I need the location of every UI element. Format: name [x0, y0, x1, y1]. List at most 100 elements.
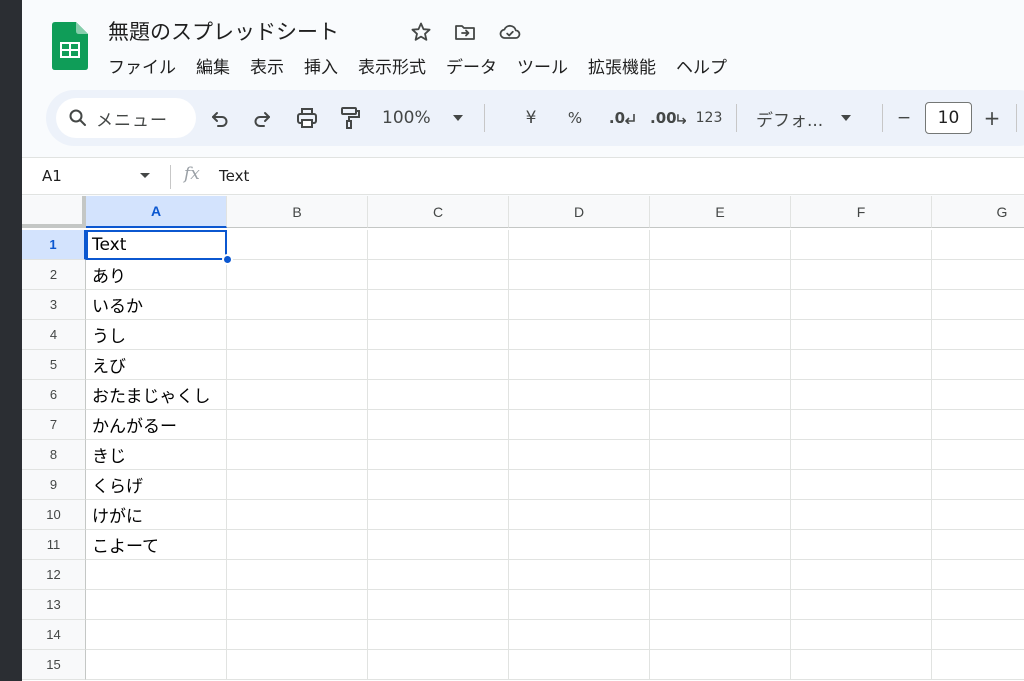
cell-b9[interactable] — [227, 470, 368, 500]
cell-d6[interactable] — [509, 380, 650, 410]
cell-e13[interactable] — [650, 590, 791, 620]
cell-b8[interactable] — [227, 440, 368, 470]
cell-a13[interactable] — [86, 590, 227, 620]
row-header-5[interactable]: 5 — [22, 350, 86, 380]
increase-decimal-button[interactable]: .00 — [650, 104, 686, 132]
row-header-14[interactable]: 14 — [22, 620, 86, 650]
cell-f14[interactable] — [791, 620, 932, 650]
cell-f6[interactable] — [791, 380, 932, 410]
cell-f7[interactable] — [791, 410, 932, 440]
font-family-select[interactable]: デフォ... — [756, 104, 866, 132]
row-header-15[interactable]: 15 — [22, 650, 86, 680]
cell-a15[interactable] — [86, 650, 227, 680]
cell-c8[interactable] — [368, 440, 509, 470]
cell-c14[interactable] — [368, 620, 509, 650]
menu-data[interactable]: データ — [446, 53, 497, 78]
row-header-8[interactable]: 8 — [22, 440, 86, 470]
cell-c4[interactable] — [368, 320, 509, 350]
cell-f4[interactable] — [791, 320, 932, 350]
cell-e10[interactable] — [650, 500, 791, 530]
menu-file[interactable]: ファイル — [108, 53, 176, 78]
cell-b10[interactable] — [227, 500, 368, 530]
cell-b15[interactable] — [227, 650, 368, 680]
row-header-12[interactable]: 12 — [22, 560, 86, 590]
column-header-e[interactable]: E — [650, 196, 791, 228]
sheets-logo-icon[interactable] — [52, 22, 88, 70]
cell-f8[interactable] — [791, 440, 932, 470]
column-header-g[interactable]: G — [932, 196, 1024, 228]
cell-e15[interactable] — [650, 650, 791, 680]
cell-b14[interactable] — [227, 620, 368, 650]
menu-format[interactable]: 表示形式 — [358, 53, 426, 78]
move-to-folder-icon[interactable] — [453, 20, 477, 44]
row-header-4[interactable]: 4 — [22, 320, 86, 350]
cell-d5[interactable] — [509, 350, 650, 380]
cell-c6[interactable] — [368, 380, 509, 410]
cloud-saved-icon[interactable] — [498, 20, 522, 44]
cell-d9[interactable] — [509, 470, 650, 500]
undo-button[interactable] — [206, 104, 234, 132]
select-all-corner[interactable] — [22, 196, 86, 228]
cell-e7[interactable] — [650, 410, 791, 440]
menu-view[interactable]: 表示 — [250, 53, 284, 78]
cell-b2[interactable] — [227, 260, 368, 290]
cell-f10[interactable] — [791, 500, 932, 530]
increase-font-size-button[interactable]: + — [982, 104, 1002, 132]
formula-input[interactable]: Text — [219, 167, 249, 185]
percent-format-button[interactable]: % — [564, 104, 586, 132]
cell-b3[interactable] — [227, 290, 368, 320]
cell-e2[interactable] — [650, 260, 791, 290]
cell-g7[interactable] — [932, 410, 1024, 440]
row-header-7[interactable]: 7 — [22, 410, 86, 440]
cell-g3[interactable] — [932, 290, 1024, 320]
cell-f12[interactable] — [791, 560, 932, 590]
cell-g10[interactable] — [932, 500, 1024, 530]
cell-g5[interactable] — [932, 350, 1024, 380]
cell-b11[interactable] — [227, 530, 368, 560]
cell-d13[interactable] — [509, 590, 650, 620]
column-header-b[interactable]: B — [227, 196, 368, 228]
row-header-11[interactable]: 11 — [22, 530, 86, 560]
cell-g1[interactable] — [932, 230, 1024, 260]
cell-b5[interactable] — [227, 350, 368, 380]
cell-g14[interactable] — [932, 620, 1024, 650]
cell-e6[interactable] — [650, 380, 791, 410]
cell-g11[interactable] — [932, 530, 1024, 560]
cell-c10[interactable] — [368, 500, 509, 530]
cell-g2[interactable] — [932, 260, 1024, 290]
column-header-d[interactable]: D — [509, 196, 650, 228]
cell-b12[interactable] — [227, 560, 368, 590]
cell-c2[interactable] — [368, 260, 509, 290]
cell-d8[interactable] — [509, 440, 650, 470]
column-header-a[interactable]: A — [86, 196, 227, 228]
column-header-c[interactable]: C — [368, 196, 509, 228]
font-size-input[interactable]: 10 — [925, 102, 972, 134]
column-header-f[interactable]: F — [791, 196, 932, 228]
cell-e1[interactable] — [650, 230, 791, 260]
cell-d2[interactable] — [509, 260, 650, 290]
row-header-9[interactable]: 9 — [22, 470, 86, 500]
cell-b1[interactable] — [227, 230, 368, 260]
cell-g15[interactable] — [932, 650, 1024, 680]
cell-f9[interactable] — [791, 470, 932, 500]
cell-e14[interactable] — [650, 620, 791, 650]
row-header-1[interactable]: 1 — [22, 230, 86, 260]
cell-d1[interactable] — [509, 230, 650, 260]
row-header-10[interactable]: 10 — [22, 500, 86, 530]
cell-c15[interactable] — [368, 650, 509, 680]
zoom-select[interactable]: 100% — [382, 104, 470, 132]
decrease-decimal-button[interactable]: .0 — [606, 104, 638, 132]
redo-button[interactable] — [248, 104, 276, 132]
number-format-button[interactable]: 123 — [694, 104, 724, 132]
cell-e5[interactable] — [650, 350, 791, 380]
cell-b13[interactable] — [227, 590, 368, 620]
cell-d15[interactable] — [509, 650, 650, 680]
cell-a6[interactable]: おたまじゃくし — [86, 380, 227, 410]
cell-f5[interactable] — [791, 350, 932, 380]
cell-e3[interactable] — [650, 290, 791, 320]
print-button[interactable] — [292, 104, 322, 132]
cell-c1[interactable] — [368, 230, 509, 260]
cell-g13[interactable] — [932, 590, 1024, 620]
cell-g4[interactable] — [932, 320, 1024, 350]
cell-e8[interactable] — [650, 440, 791, 470]
